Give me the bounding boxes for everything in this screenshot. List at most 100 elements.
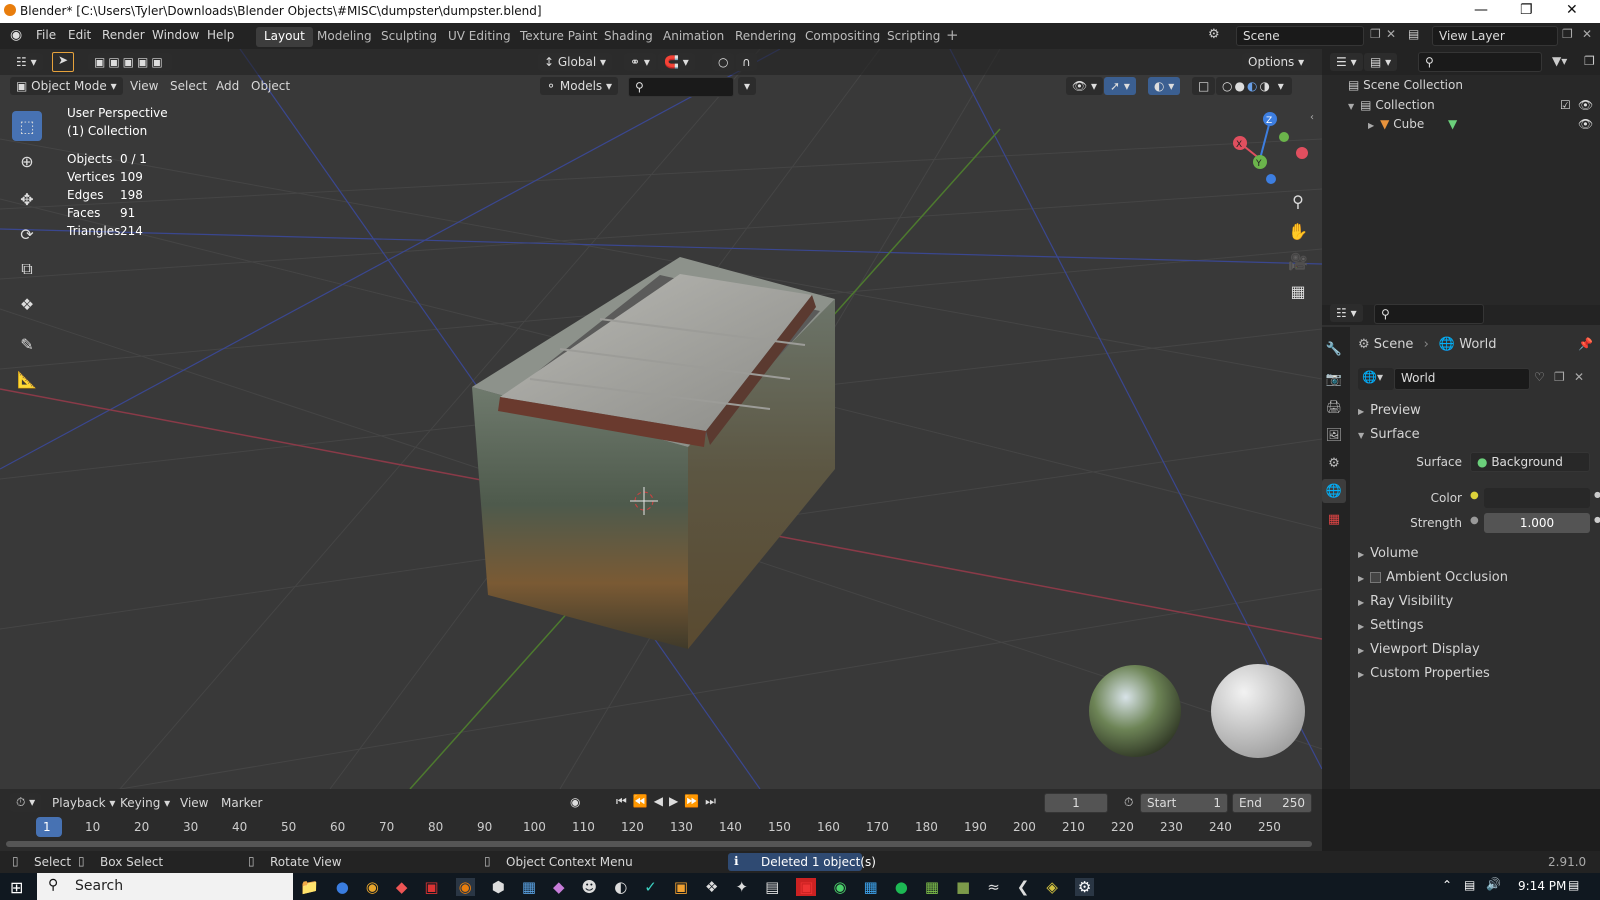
select-tool-icon[interactable]: ➤: [52, 52, 74, 72]
app-icon[interactable]: ▣: [796, 877, 817, 896]
properties-editor-type-icon[interactable]: ☷ ▾: [1330, 304, 1363, 322]
start-frame-field[interactable]: Start 1: [1140, 793, 1228, 813]
color-socket-icon[interactable]: ●: [1470, 490, 1479, 501]
timeline-editor-type-icon[interactable]: ⏱ ▾: [10, 793, 42, 812]
output-tab-icon[interactable]: 🖨: [1322, 395, 1346, 419]
new-scene-icon[interactable]: ❐: [1370, 27, 1381, 41]
playback-controls-icons[interactable]: ⏮⏪◀▶⏩⏭: [616, 794, 722, 809]
tray-chevron-icon[interactable]: ⌃: [1442, 878, 1452, 892]
unlink-icon[interactable]: ✕: [1574, 370, 1584, 384]
panel-volume[interactable]: ▶ Volume: [1358, 546, 1419, 561]
fake-user-icon[interactable]: ♡: [1534, 370, 1545, 384]
panel-surface[interactable]: ▼ Surface: [1358, 427, 1420, 442]
exclude-checkbox-icon[interactable]: ☑: [1560, 98, 1571, 112]
tab-animation[interactable]: Animation: [655, 27, 732, 47]
app-icon[interactable]: ▣: [674, 878, 688, 896]
current-frame-field[interactable]: 1: [1044, 793, 1108, 813]
keyframe-dot-icon[interactable]: ●: [1594, 515, 1600, 524]
panel-ray-visibility[interactable]: ▶ Ray Visibility: [1358, 594, 1453, 609]
selection-mode-icons[interactable]: ▣▣▣▣▣: [88, 53, 172, 71]
app-icon[interactable]: ▣: [424, 878, 438, 896]
app-icon[interactable]: ❮: [1017, 878, 1030, 896]
outliner-scene-collection[interactable]: ▤ Scene Collection: [1348, 78, 1463, 92]
world-browse-icon[interactable]: 🌐▾: [1358, 368, 1394, 390]
pin-icon[interactable]: 📌: [1578, 337, 1593, 351]
tab-shading[interactable]: Shading: [596, 27, 661, 47]
gizmo-toggle-icon[interactable]: ➚ ▾: [1104, 77, 1136, 95]
app-icon[interactable]: ⬢: [492, 878, 505, 896]
blender-menu-icon[interactable]: ◉: [10, 27, 22, 43]
app-icon[interactable]: ▤: [765, 878, 779, 896]
menu-view[interactable]: View: [130, 79, 158, 93]
ambient-occlusion-checkbox[interactable]: [1370, 572, 1382, 583]
menu-render[interactable]: Render: [102, 28, 145, 42]
visibility-eye-icon[interactable]: 👁: [1578, 98, 1593, 112]
delete-view-layer-icon[interactable]: ✕: [1582, 27, 1592, 41]
zoom-icon[interactable]: ⚲: [1283, 186, 1313, 216]
panel-custom-properties[interactable]: ▶ Custom Properties: [1358, 666, 1490, 681]
outliner-search-input[interactable]: ⚲: [1418, 52, 1542, 72]
cursor-tool-icon[interactable]: ⊕: [12, 146, 42, 176]
menu-object[interactable]: Object: [251, 79, 290, 93]
scene-icon[interactable]: ⚙: [1208, 27, 1220, 42]
texture-tab-icon[interactable]: ▦: [1322, 507, 1346, 531]
timeline-scrollbar[interactable]: [6, 841, 1312, 847]
menu-file[interactable]: File: [36, 28, 56, 42]
surface-shader-field[interactable]: ● Background: [1470, 452, 1590, 472]
blender-taskbar-icon[interactable]: ◉: [455, 877, 475, 896]
duplicate-icon[interactable]: ❐: [1554, 370, 1565, 384]
expand-icon[interactable]: ▶: [1368, 121, 1374, 130]
strength-field[interactable]: 1.000: [1484, 513, 1590, 533]
chrome-icon[interactable]: ◉: [366, 878, 379, 896]
editor-type-icon[interactable]: ☷ ▾: [10, 53, 43, 71]
file-explorer-icon[interactable]: 📁: [300, 878, 319, 896]
select-box-tool-icon[interactable]: ⬚: [12, 111, 42, 141]
clock[interactable]: 9:14 PM: [1518, 879, 1566, 893]
menu-keying[interactable]: Keying ▾: [120, 796, 170, 810]
annotate-tool-icon[interactable]: ✎: [12, 329, 42, 359]
mode-selector[interactable]: ▣ Object Mode ▾: [10, 77, 123, 95]
filter-icon[interactable]: ▼▾: [1552, 54, 1567, 68]
app-icon[interactable]: ◐: [614, 878, 627, 896]
proportional-edit-icon[interactable]: ○: [712, 53, 735, 71]
volume-icon[interactable]: 🔊: [1486, 877, 1501, 891]
strength-socket-icon[interactable]: ●: [1470, 515, 1479, 526]
new-view-layer-icon[interactable]: ❐: [1562, 27, 1573, 41]
viewport-search-input[interactable]: ⚲: [628, 77, 734, 97]
xray-icon[interactable]: □: [1192, 77, 1216, 95]
stopwatch-icon[interactable]: ⏱: [1124, 795, 1133, 810]
notifications-icon[interactable]: ▤: [1568, 878, 1579, 892]
close-icon[interactable]: ✕: [1566, 2, 1578, 18]
tab-compositing[interactable]: Compositing: [797, 27, 888, 47]
record-icon[interactable]: ◉: [570, 795, 580, 809]
panel-viewport-display[interactable]: ▶ Viewport Display: [1358, 642, 1480, 657]
windows-start-icon[interactable]: ⊞: [10, 878, 23, 897]
app-icon[interactable]: ✓: [644, 878, 657, 896]
menu-help[interactable]: Help: [207, 28, 234, 42]
menu-timeline-view[interactable]: View: [180, 796, 208, 810]
scale-tool-icon[interactable]: ⧉: [12, 254, 42, 284]
search-dropdown-icon[interactable]: ▾: [738, 77, 757, 95]
network-icon[interactable]: ▤: [1464, 878, 1475, 892]
overlays-icon[interactable]: ◐ ▾: [1148, 77, 1181, 95]
ortho-grid-icon[interactable]: ▦: [1283, 276, 1313, 306]
app-icon[interactable]: ▦: [522, 878, 536, 896]
steam-icon[interactable]: ⚙: [1074, 877, 1095, 896]
app-icon[interactable]: ❖: [705, 878, 718, 896]
panel-settings[interactable]: ▶ Settings: [1358, 618, 1423, 633]
tab-uv-editing[interactable]: UV Editing: [440, 27, 519, 47]
menu-add[interactable]: Add: [216, 79, 239, 93]
delete-scene-icon[interactable]: ✕: [1386, 27, 1396, 41]
pivot-icon[interactable]: ⚭ ▾: [624, 53, 656, 71]
app-icon[interactable]: ▦: [864, 878, 878, 896]
viewport-scene[interactable]: X Z Y: [0, 49, 1322, 789]
menu-select[interactable]: Select: [170, 79, 207, 93]
new-collection-icon[interactable]: ❐: [1584, 54, 1595, 68]
scene-tab-icon[interactable]: ⚙: [1322, 451, 1346, 475]
rotate-tool-icon[interactable]: ⟳: [12, 219, 42, 249]
move-tool-icon[interactable]: ✥: [12, 184, 42, 214]
tab-scripting[interactable]: Scripting: [879, 27, 948, 47]
transform-tool-icon[interactable]: ❖: [12, 289, 42, 319]
app-icon[interactable]: ▦: [925, 878, 939, 896]
menu-window[interactable]: Window: [152, 28, 199, 42]
